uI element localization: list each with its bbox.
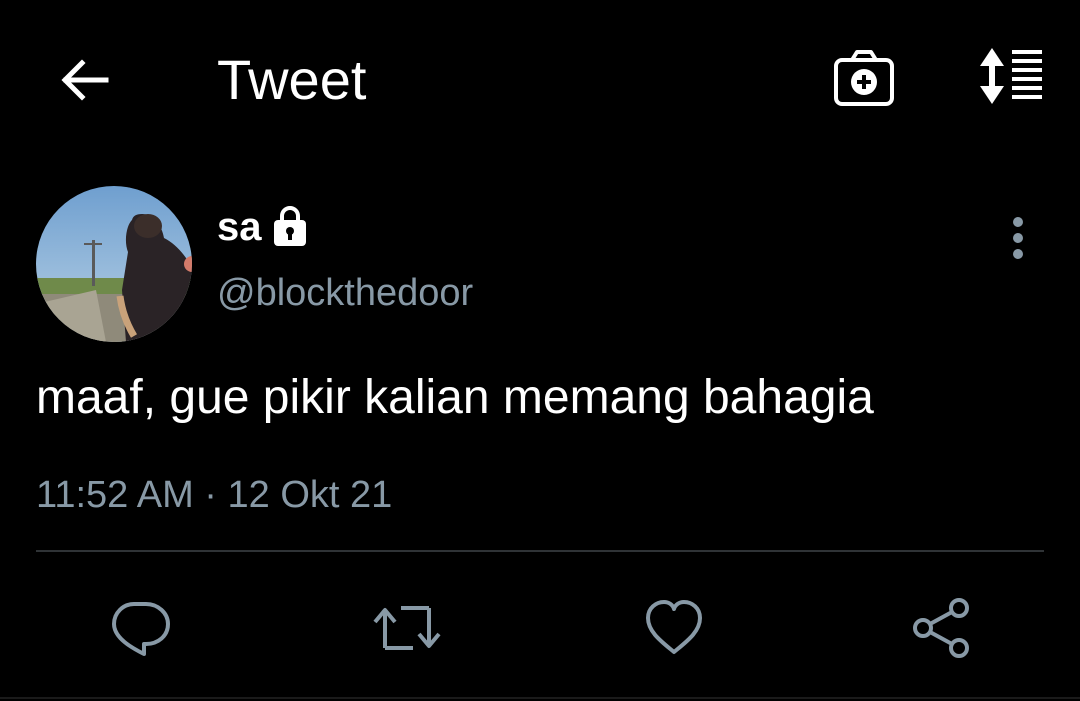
author-avatar[interactable] <box>36 186 192 342</box>
author-handle[interactable]: @blockthedoor <box>217 270 473 316</box>
lock-icon <box>274 206 306 246</box>
more-options-button[interactable] <box>996 210 1040 266</box>
reply-icon <box>112 602 170 656</box>
tweet-text: maaf, gue pikir kalian memang bahagia <box>36 371 874 424</box>
like-button[interactable] <box>636 590 712 666</box>
retweet-button[interactable] <box>369 590 445 666</box>
camera-button[interactable] <box>830 44 898 112</box>
arrow-left-icon <box>61 59 109 101</box>
back-button[interactable] <box>50 46 118 114</box>
author-display-name[interactable]: sa <box>217 203 262 251</box>
avatar-photo <box>36 186 192 342</box>
top-app-bar: Tweet <box>0 0 1080 160</box>
reply-button[interactable] <box>102 590 178 666</box>
share-button[interactable] <box>903 590 979 666</box>
tweet-timestamp: 11:52 AM · 12 Okt 21 <box>36 474 393 516</box>
camera-plus-icon <box>834 50 894 106</box>
like-icon <box>646 600 702 654</box>
share-icon <box>913 598 969 658</box>
bottom-divider <box>0 697 1080 699</box>
more-vertical-icon <box>1013 217 1023 259</box>
page-title: Tweet <box>217 48 367 111</box>
sort-button[interactable] <box>964 42 1052 110</box>
retweet-icon <box>373 606 441 650</box>
sort-list-icon <box>980 48 1042 104</box>
divider <box>36 550 1044 552</box>
tweet-detail-screen: Tweet sa @blockthedoor maaf, gue pikir k… <box>0 0 1080 701</box>
